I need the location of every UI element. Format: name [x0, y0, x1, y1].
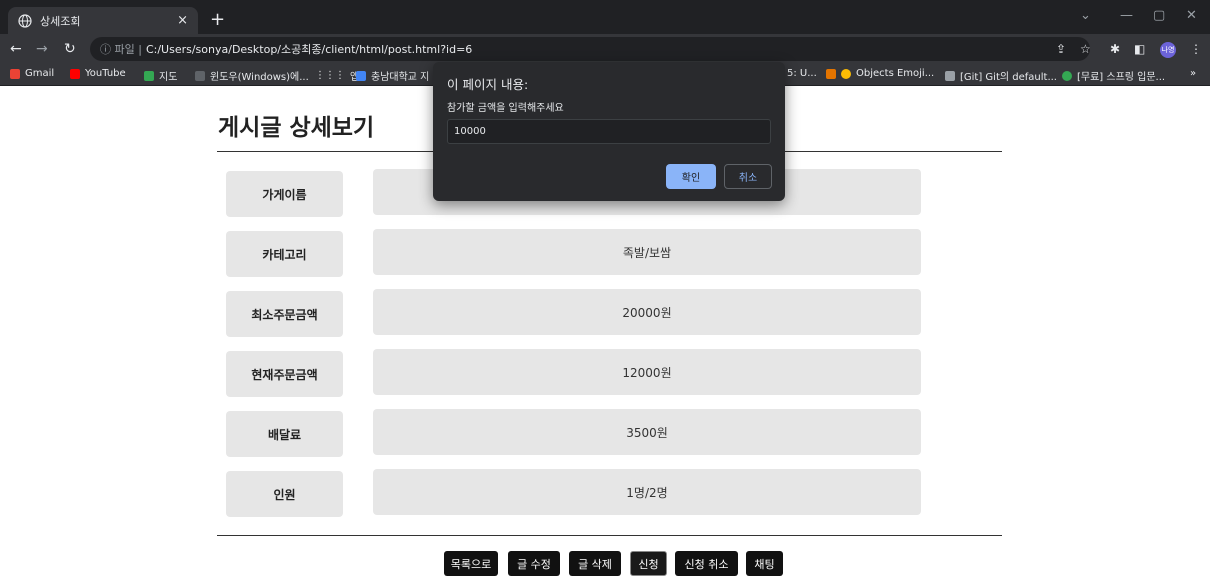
- amount-input[interactable]: [447, 119, 771, 144]
- label-min-order: 최소주문금액: [226, 291, 343, 337]
- value-current-order: 12000원: [373, 349, 921, 395]
- spring-icon: [1062, 70, 1072, 81]
- bookmark-spring[interactable]: [무료] 스프링 입문...: [1062, 68, 1165, 83]
- cancel-button[interactable]: 취소: [724, 164, 772, 189]
- bookmark-five[interactable]: 5: U...: [787, 68, 817, 79]
- delete-post-button[interactable]: 글 삭제: [569, 551, 621, 576]
- bookmark-star-icon[interactable]: ☆: [1080, 42, 1091, 56]
- bookmark-objects-emoji[interactable]: Objects Emoji...: [826, 68, 934, 79]
- tab-close-icon[interactable]: ×: [177, 13, 188, 28]
- gmail-icon: [10, 68, 20, 79]
- maps-icon: [144, 70, 154, 81]
- edit-post-button[interactable]: 글 수정: [508, 551, 560, 576]
- lightbulb-icon: [841, 68, 851, 79]
- address-bar[interactable]: ⓘ 파일 | C:/Users/sonya/Desktop/소공최종/clien…: [90, 37, 1090, 61]
- close-window-icon[interactable]: ✕: [1186, 8, 1197, 23]
- bookmark-favicon-icon: [195, 70, 205, 81]
- chat-button[interactable]: 채팅: [746, 551, 783, 576]
- git-icon: [945, 70, 955, 81]
- extensions-icon[interactable]: ✱: [1110, 42, 1120, 56]
- value-delivery-fee: 3500원: [373, 409, 921, 455]
- bookmark-gmail[interactable]: Gmail: [10, 68, 54, 79]
- tab-title: 상세조회: [40, 14, 81, 28]
- reload-icon[interactable]: ↻: [64, 41, 76, 57]
- url-prefix: ⓘ 파일 |: [100, 43, 142, 56]
- youtube-icon: [70, 68, 80, 79]
- back-icon[interactable]: ←: [10, 41, 22, 57]
- label-store-name: 가게이름: [226, 171, 343, 217]
- tab-search-icon[interactable]: ⌄: [1080, 8, 1091, 23]
- apply-button[interactable]: 신청: [630, 551, 667, 576]
- list-button[interactable]: 목록으로: [444, 551, 498, 576]
- dialog-title: 이 페이지 내용:: [447, 77, 529, 92]
- label-current-order: 현재주문금액: [226, 351, 343, 397]
- side-panel-icon[interactable]: ◧: [1134, 42, 1145, 56]
- bookmark-favicon-icon: [826, 68, 836, 79]
- forward-icon[interactable]: →: [36, 41, 48, 57]
- page-title: 게시글 상세보기: [218, 115, 375, 141]
- restore-icon[interactable]: ▢: [1153, 8, 1165, 23]
- bookmark-maps[interactable]: 지도: [144, 68, 177, 83]
- bookmark-windows[interactable]: 윈도우(Windows)에...: [195, 68, 309, 83]
- bookmark-cnu[interactable]: 충남대학교 지: [356, 68, 429, 83]
- value-category: 족발/보쌈: [373, 229, 921, 275]
- bookmark-youtube[interactable]: YouTube: [70, 68, 126, 79]
- profile-avatar[interactable]: 나영: [1160, 42, 1176, 58]
- globe-icon: [18, 13, 32, 28]
- ok-button[interactable]: 확인: [666, 164, 716, 189]
- value-participants: 1명/2명: [373, 469, 921, 515]
- prompt-dialog: 이 페이지 내용: 참가할 금액을 입력해주세요 확인 취소: [433, 62, 785, 201]
- cnu-icon: [356, 70, 366, 81]
- cancel-apply-button[interactable]: 신청 취소: [675, 551, 738, 576]
- new-tab-button[interactable]: +: [210, 9, 225, 30]
- value-min-order: 20000원: [373, 289, 921, 335]
- label-delivery-fee: 배달료: [226, 411, 343, 457]
- label-participants: 인원: [226, 471, 343, 517]
- share-icon[interactable]: ⇪: [1056, 42, 1066, 56]
- bookmark-git[interactable]: [Git] Git의 default...: [945, 68, 1057, 83]
- minimize-icon[interactable]: —: [1120, 8, 1133, 23]
- bookmark-apps[interactable]: ⋮⋮⋮ 앱: [315, 68, 359, 83]
- browser-titlebar: 상세조회 × + ⌄ — ▢ ✕: [0, 0, 1210, 34]
- label-category: 카테고리: [226, 231, 343, 277]
- menu-icon[interactable]: ⋮: [1190, 42, 1202, 56]
- url-text: C:/Users/sonya/Desktop/소공최종/client/html/…: [145, 43, 473, 56]
- browser-toolbar: ← → ↻ ⓘ 파일 | C:/Users/sonya/Desktop/소공최종…: [0, 34, 1210, 64]
- dialog-message: 참가할 금액을 입력해주세요: [447, 103, 564, 114]
- bookmarks-overflow-icon[interactable]: »: [1190, 68, 1196, 79]
- apps-grid-icon: ⋮⋮⋮: [315, 70, 345, 81]
- bottom-divider: [217, 535, 1002, 536]
- browser-tab[interactable]: 상세조회 ×: [8, 7, 198, 34]
